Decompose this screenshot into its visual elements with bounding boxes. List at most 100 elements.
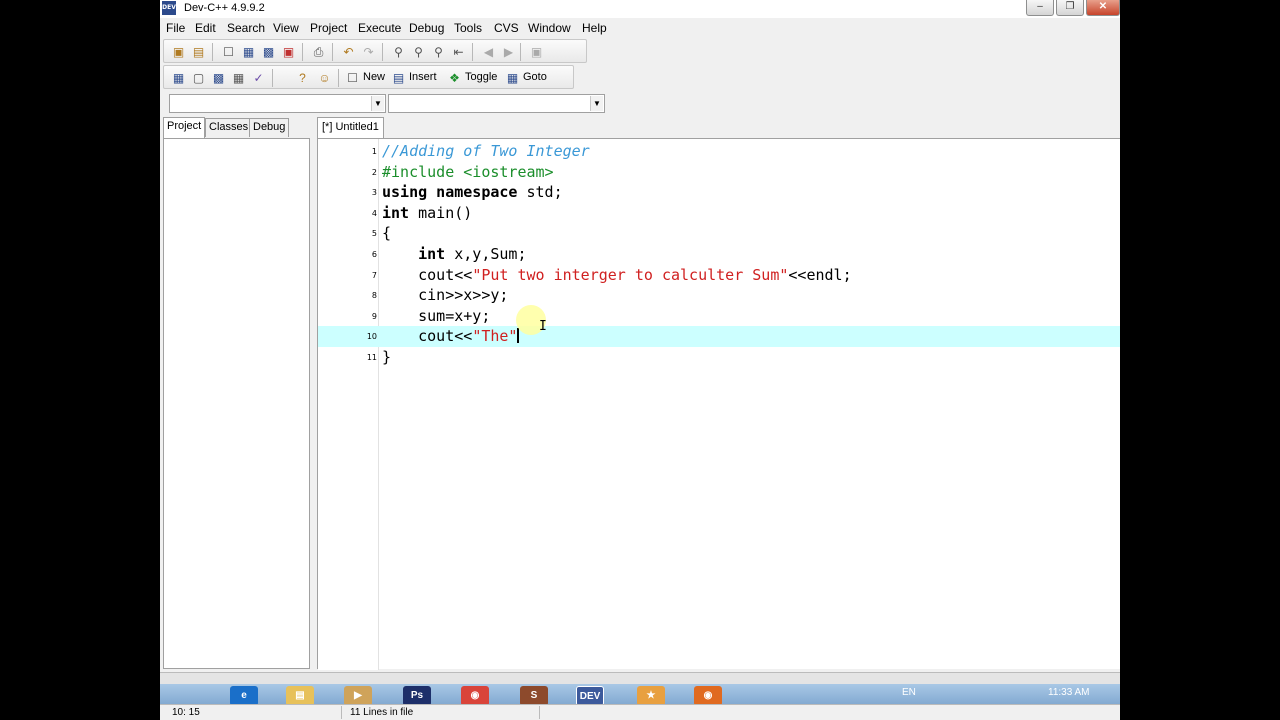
- member-combo[interactable]: ▼: [388, 94, 605, 113]
- keyword-token: int: [382, 203, 410, 222]
- code-text: {: [382, 224, 392, 243]
- print-icon[interactable]: ⎙: [310, 43, 327, 60]
- goto-button[interactable]: Goto: [523, 71, 547, 83]
- code-text: int x,y,Sum;: [382, 245, 526, 263]
- class-browser-icon[interactable]: ▤: [190, 43, 207, 60]
- redo-icon[interactable]: ↷: [360, 43, 377, 60]
- code-text: //Adding of Two Integer: [382, 142, 590, 160]
- goto-line-icon[interactable]: ⇤: [450, 43, 467, 60]
- menu-cvs[interactable]: CVS: [494, 21, 519, 35]
- menu-help[interactable]: Help: [582, 21, 607, 35]
- editor-tab-untitled1[interactable]: [*] Untitled1: [317, 117, 384, 138]
- insert-icon[interactable]: ▤: [390, 69, 407, 86]
- clock[interactable]: 11:33 AM: [1048, 687, 1090, 698]
- language-indicator[interactable]: EN: [902, 687, 916, 698]
- bookmark-icon[interactable]: ▣: [528, 43, 545, 60]
- photoshop-icon[interactable]: Ps: [403, 686, 431, 706]
- explorer-icon[interactable]: ▤: [286, 686, 314, 706]
- check-icon[interactable]: ✓: [250, 69, 267, 86]
- chevron-down-icon[interactable]: ▼: [371, 96, 384, 111]
- menu-debug[interactable]: Debug: [409, 21, 444, 35]
- tab-debug[interactable]: Debug: [249, 118, 290, 137]
- chevron-down-icon[interactable]: ▼: [590, 96, 603, 111]
- maximize-button[interactable]: ❐: [1056, 0, 1084, 16]
- toggle-icon[interactable]: ❖: [446, 69, 463, 86]
- code-text: int main(): [382, 204, 472, 222]
- code-text: sum=x+y;: [382, 306, 491, 325]
- close-button[interactable]: ✕: [1086, 0, 1120, 16]
- report-tabs-strip: [160, 672, 1120, 684]
- menu-view[interactable]: View: [273, 21, 299, 35]
- code-text: cin>>x>>y;: [382, 286, 509, 305]
- help-icon[interactable]: ?: [294, 69, 311, 86]
- toggle-button[interactable]: Toggle: [465, 71, 497, 83]
- code-line: 9 sum=x+y;: [318, 306, 1120, 327]
- about-icon[interactable]: ☺: [316, 69, 333, 86]
- sublime-icon[interactable]: S: [520, 686, 548, 706]
- project-icon[interactable]: ▣: [170, 43, 187, 60]
- devcpp-window: DEV Dev-C++ 4.9.9.2 – ❐ ✕ File Edit Sear…: [160, 0, 1120, 720]
- line-number: 10: [366, 332, 377, 342]
- forward-icon[interactable]: ▶: [500, 43, 517, 60]
- code-token: <<endl;: [788, 265, 852, 284]
- code-line: 1 //Adding of Two Integer: [318, 141, 1120, 162]
- toolbar-separator: [382, 43, 383, 61]
- insert-button[interactable]: Insert: [409, 71, 437, 83]
- save-icon[interactable]: ▦: [240, 43, 257, 60]
- compile-run-icon[interactable]: ▩: [210, 69, 227, 86]
- toolbar-separator: [338, 69, 339, 87]
- line-number: 2: [371, 167, 377, 177]
- menu-file[interactable]: File: [166, 21, 185, 35]
- ie-icon[interactable]: e: [230, 686, 258, 706]
- project-panel[interactable]: [163, 138, 310, 669]
- new-file-icon[interactable]: ☐: [220, 43, 237, 60]
- line-number: 6: [371, 250, 377, 259]
- code-editor[interactable]: 1 //Adding of Two Integer 2 #include <io…: [317, 138, 1120, 670]
- rebuild-icon[interactable]: ▦: [230, 69, 247, 86]
- status-bar: 10: 15 11 Lines in file: [160, 704, 1120, 720]
- new-class-icon[interactable]: ☐: [344, 69, 361, 86]
- line-number: 9: [371, 311, 377, 321]
- run-icon[interactable]: ▢: [190, 69, 207, 86]
- menu-project[interactable]: Project: [310, 21, 347, 35]
- toolbar-separator: [272, 69, 273, 87]
- find-next-icon[interactable]: ⚲: [430, 43, 447, 60]
- back-icon[interactable]: ◀: [480, 43, 497, 60]
- chrome-icon[interactable]: ◉: [461, 686, 489, 706]
- code-line: 11 }: [318, 347, 1120, 368]
- menu-edit[interactable]: Edit: [195, 21, 216, 35]
- firefox-icon[interactable]: ◉: [694, 686, 722, 706]
- code-text: }: [382, 348, 392, 366]
- code-text: cout<<"The": [382, 327, 520, 345]
- class-combo[interactable]: ▼: [169, 94, 386, 113]
- menu-search[interactable]: Search: [227, 21, 265, 35]
- code-line: 2 #include <iostream>: [318, 162, 1120, 183]
- string-token: "Put two interger to calculter Sum": [472, 265, 789, 284]
- keyword-token: using namespace: [382, 183, 518, 202]
- replace-icon[interactable]: ⚲: [410, 43, 427, 60]
- devcpp-taskbar-icon[interactable]: DEV: [576, 686, 604, 706]
- line-number: 5: [371, 229, 377, 239]
- undo-icon[interactable]: ↶: [340, 43, 357, 60]
- menu-execute[interactable]: Execute: [358, 21, 401, 35]
- tab-project[interactable]: Project: [163, 117, 206, 138]
- media-icon[interactable]: ▶: [344, 686, 372, 706]
- main-toolbar: ▣ ▤ ☐ ▦ ▩ ▣ ⎙ ↶ ↷ ⚲ ⚲ ⚲ ⇤ ◀ ▶ ▣: [163, 39, 587, 63]
- line-count: 11 Lines in file: [340, 706, 540, 719]
- preprocessor-token: #include <iostream>: [382, 162, 554, 181]
- paint-icon[interactable]: ★: [637, 686, 665, 706]
- window-title: Dev-C++ 4.9.9.2: [184, 2, 265, 14]
- goto-icon[interactable]: ▦: [504, 69, 521, 86]
- ibeam-cursor-icon: I: [539, 319, 547, 334]
- menu-tools[interactable]: Tools: [454, 21, 482, 35]
- compile-icon[interactable]: ▦: [170, 69, 187, 86]
- tab-classes[interactable]: Classes: [205, 118, 253, 137]
- minimize-button[interactable]: –: [1026, 0, 1054, 16]
- save-all-icon[interactable]: ▩: [260, 43, 277, 60]
- code-line: 6 int x,y,Sum;: [318, 244, 1120, 265]
- new-button[interactable]: New: [363, 71, 385, 83]
- code-line: 8 cin>>x>>y;: [318, 285, 1120, 306]
- close-file-icon[interactable]: ▣: [280, 43, 297, 60]
- find-icon[interactable]: ⚲: [390, 43, 407, 60]
- menu-window[interactable]: Window: [528, 21, 571, 35]
